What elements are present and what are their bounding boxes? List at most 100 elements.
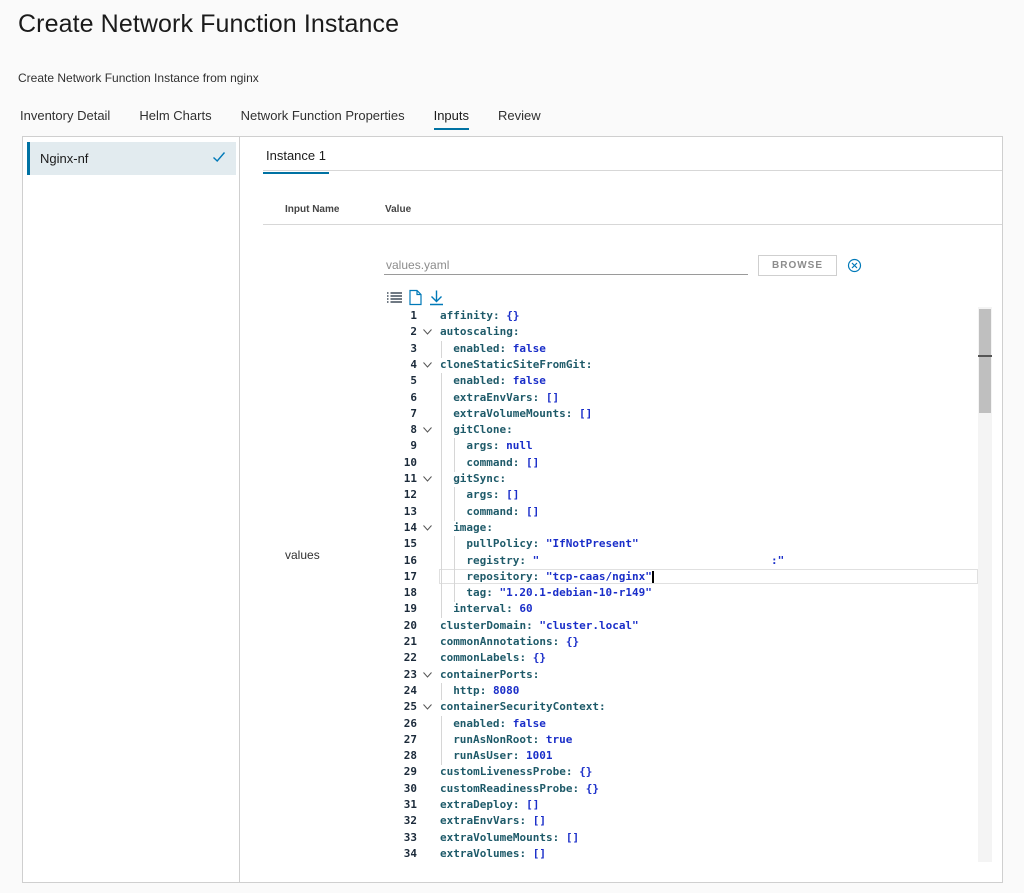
indent-guide xyxy=(454,585,456,603)
yaml-key: http xyxy=(453,683,480,697)
yaml-editor[interactable]: 1 affinity: {} 2 autoscaling: 3 enabled: fals… xyxy=(384,307,992,862)
code-line[interactable]: 27 runAsNonRoot: true xyxy=(384,731,992,749)
code-line[interactable]: 21 commonAnnotations: {} xyxy=(384,634,992,650)
indent-guide xyxy=(441,585,442,603)
line-number: 16 xyxy=(403,553,417,567)
fold-chevron-icon[interactable] xyxy=(423,671,432,678)
code-line[interactable]: 34 extraVolumes: [] xyxy=(384,846,992,862)
indent-guide xyxy=(441,715,442,733)
indent-guide xyxy=(441,422,442,440)
yaml-value: 1001 xyxy=(526,749,553,763)
code-line[interactable]: 8 gitClone: xyxy=(384,422,992,440)
code-line[interactable]: 28 runAsUser: 1001 xyxy=(384,748,992,766)
tab-inventory-detail[interactable]: Inventory Detail xyxy=(20,100,110,130)
line-number: 27 xyxy=(403,732,417,746)
code-line[interactable]: 20 clusterDomain: "cluster.local" xyxy=(384,618,992,634)
fold-chevron-icon[interactable] xyxy=(423,427,432,433)
code-line[interactable]: 32 extraEnvVars: [] xyxy=(384,813,992,829)
code-line[interactable]: 26 enabled: false xyxy=(384,715,992,733)
browse-button[interactable]: BROWSE xyxy=(758,255,837,276)
yaml-key: runAsUser xyxy=(453,749,513,763)
yaml-key: args xyxy=(466,488,493,502)
code-line[interactable]: 24 http: 8080 xyxy=(384,682,992,700)
fold-chevron-icon[interactable] xyxy=(423,476,432,482)
list-icon[interactable] xyxy=(386,289,403,306)
file-icon[interactable] xyxy=(407,289,424,306)
indent-guide xyxy=(454,454,456,472)
yaml-value: 60 xyxy=(519,602,533,616)
code-line[interactable]: 11 gitSync: xyxy=(384,471,992,488)
code-line[interactable]: 25 containerSecurityContext: xyxy=(384,699,992,715)
line-number: 25 xyxy=(403,700,417,714)
yaml-key: clusterDomain xyxy=(440,618,527,632)
yaml-value: "1.20.1-debian-10-r149" xyxy=(499,586,652,600)
indent-guide xyxy=(441,503,442,521)
yaml-entry: extraVolumeMounts: [] xyxy=(453,406,593,420)
code-line[interactable]: 7 extraVolumeMounts: [] xyxy=(384,405,992,423)
yaml-entry: pullPolicy: "IfNotPresent" xyxy=(466,537,639,551)
code-line[interactable]: 1 affinity: {} xyxy=(384,308,992,324)
code-line[interactable]: 2 autoscaling: xyxy=(384,324,992,340)
yaml-key: pullPolicy xyxy=(466,537,533,551)
nf-list-item[interactable]: Nginx-nf xyxy=(27,142,236,175)
fold-chevron-icon[interactable] xyxy=(423,329,432,336)
code-line[interactable]: 5 enabled: false xyxy=(384,373,992,391)
code-line[interactable]: 31 extraDeploy: [] xyxy=(384,797,992,813)
yaml-entry: extraVolumeMounts: [] xyxy=(440,830,580,844)
yaml-entry: enabled: false xyxy=(453,374,546,388)
download-icon[interactable] xyxy=(428,289,445,306)
yaml-entry: autoscaling: xyxy=(440,325,520,339)
yaml-value: " :" xyxy=(532,553,785,567)
code-line[interactable]: 12 args: [] xyxy=(384,487,992,505)
code-line[interactable]: 30 customReadinessProbe: {} xyxy=(384,781,992,797)
code-line[interactable]: 4 cloneStaticSiteFromGit: xyxy=(384,357,992,373)
yaml-key: cloneStaticSiteFromGit xyxy=(440,357,586,371)
nf-item-label: Nginx-nf xyxy=(40,151,89,166)
fold-chevron-icon[interactable] xyxy=(423,362,432,368)
code-line[interactable]: 13 command: [] xyxy=(384,503,992,521)
yaml-value: {} xyxy=(585,781,599,795)
code-line[interactable]: 23 containerPorts: xyxy=(384,667,992,683)
values-file-input[interactable] xyxy=(384,255,748,275)
code-line[interactable]: 33 extraVolumeMounts: [] xyxy=(384,830,992,846)
code-line[interactable]: 10 command: [] xyxy=(384,454,992,472)
yaml-entry: extraDeploy: [] xyxy=(440,798,540,811)
tab-network-function-properties[interactable]: Network Function Properties xyxy=(241,100,405,130)
fold-chevron-icon[interactable] xyxy=(423,704,432,710)
indent-guide xyxy=(441,373,442,391)
code-line[interactable]: 17 repository: "tcp-caas/nginx" xyxy=(384,568,992,586)
yaml-key: autoscaling xyxy=(440,325,513,339)
code-line[interactable]: 16 registry: " :" xyxy=(384,552,992,570)
code-line[interactable]: 29 customLivenessProbe: {} xyxy=(384,764,992,780)
code-line[interactable]: 15 pullPolicy: "IfNotPresent" xyxy=(384,536,992,554)
code-line[interactable]: 14 image: xyxy=(384,519,992,537)
code-line[interactable]: 19 interval: 60 xyxy=(384,601,992,619)
indent-guide xyxy=(454,503,456,521)
tab-inputs[interactable]: Inputs xyxy=(433,100,470,130)
code-line[interactable]: 9 args: null xyxy=(384,438,992,456)
fold-chevron-icon[interactable] xyxy=(423,525,432,531)
line-number: 32 xyxy=(403,814,417,828)
code-line[interactable]: 3 enabled: false xyxy=(384,340,992,358)
line-number: 3 xyxy=(410,341,417,355)
yaml-entry: cloneStaticSiteFromGit: xyxy=(440,357,593,371)
clear-circle-icon[interactable] xyxy=(847,258,862,273)
code-line[interactable]: 6 extraEnvVars: [] xyxy=(384,389,992,407)
tab-review[interactable]: Review xyxy=(498,100,541,130)
yaml-entry: commonLabels: {} xyxy=(440,651,546,665)
yaml-entry: registry: " :" xyxy=(466,553,785,567)
yaml-entry: affinity: {} xyxy=(440,309,520,322)
yaml-entry: image: xyxy=(453,520,493,534)
code-line[interactable]: 22 commonLabels: {} xyxy=(384,650,992,666)
code-line[interactable]: 18 tag: "1.20.1-debian-10-r149" xyxy=(384,585,992,603)
editor-toolbar xyxy=(386,288,445,306)
yaml-value: true xyxy=(545,732,573,746)
yaml-entry: enabled: false xyxy=(453,341,546,355)
yaml-entry: commonAnnotations: {} xyxy=(440,635,580,648)
line-number: 12 xyxy=(403,488,417,502)
yaml-key: customLivenessProbe xyxy=(440,765,566,779)
tab-helm-charts[interactable]: Helm Charts xyxy=(139,100,211,130)
line-number: 15 xyxy=(403,537,417,551)
line-number: 31 xyxy=(403,798,417,811)
yaml-value: "IfNotPresent" xyxy=(545,537,639,551)
